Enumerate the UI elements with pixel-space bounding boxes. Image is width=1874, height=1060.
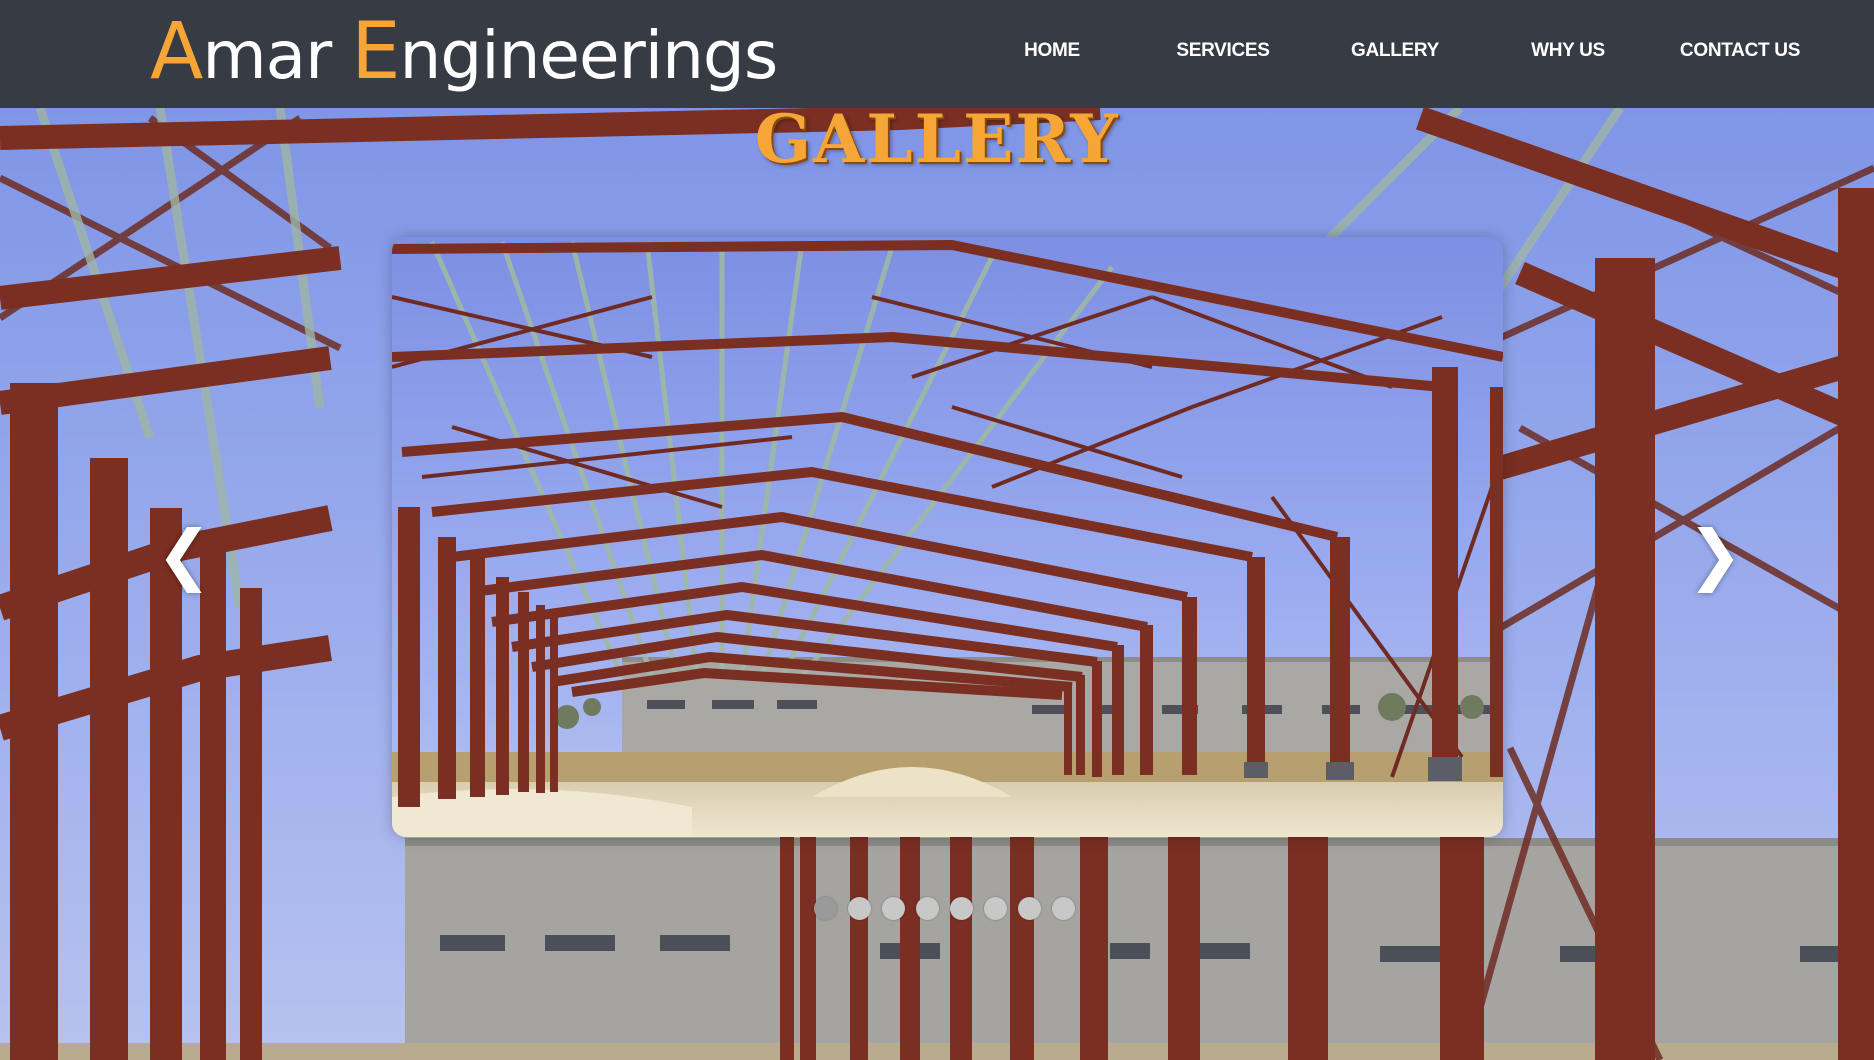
carousel-dot-8[interactable] [1052, 897, 1075, 920]
nav-gallery[interactable]: GALLERY [1351, 40, 1439, 62]
nav-why-us[interactable]: WHY US [1531, 40, 1605, 62]
carousel-next-arrow[interactable]: ❯ [1685, 520, 1745, 590]
carousel-prev-arrow[interactable]: ❮ [154, 520, 214, 590]
carousel-dot-5[interactable] [950, 897, 973, 920]
steel-frame-photo [392, 237, 1503, 837]
carousel-dot-2[interactable] [848, 897, 871, 920]
brand-word-2: ngineerings [399, 17, 779, 94]
gallery-slide-image [392, 237, 1503, 837]
brand-initial-e: E [351, 7, 400, 97]
nav-home[interactable]: HOME [1024, 40, 1080, 62]
carousel-indicators [814, 897, 1075, 920]
nav-services[interactable]: SERVICES [1176, 40, 1270, 62]
nav-contact-us[interactable]: CONTACT US [1680, 40, 1800, 62]
brand-initial-a: A [150, 7, 203, 97]
carousel-dot-3[interactable] [882, 897, 905, 920]
brand-logo[interactable]: Amar Engineerings [150, 4, 779, 104]
carousel-dot-4[interactable] [916, 897, 939, 920]
brand-word-1: mar [202, 17, 352, 94]
carousel-dot-1[interactable] [814, 897, 837, 920]
carousel-dot-7[interactable] [1018, 897, 1041, 920]
carousel-dot-6[interactable] [984, 897, 1007, 920]
gallery-heading: GALLERY [754, 100, 1120, 178]
site-header: Amar Engineerings HOME SERVICES GALLERY … [0, 0, 1874, 108]
